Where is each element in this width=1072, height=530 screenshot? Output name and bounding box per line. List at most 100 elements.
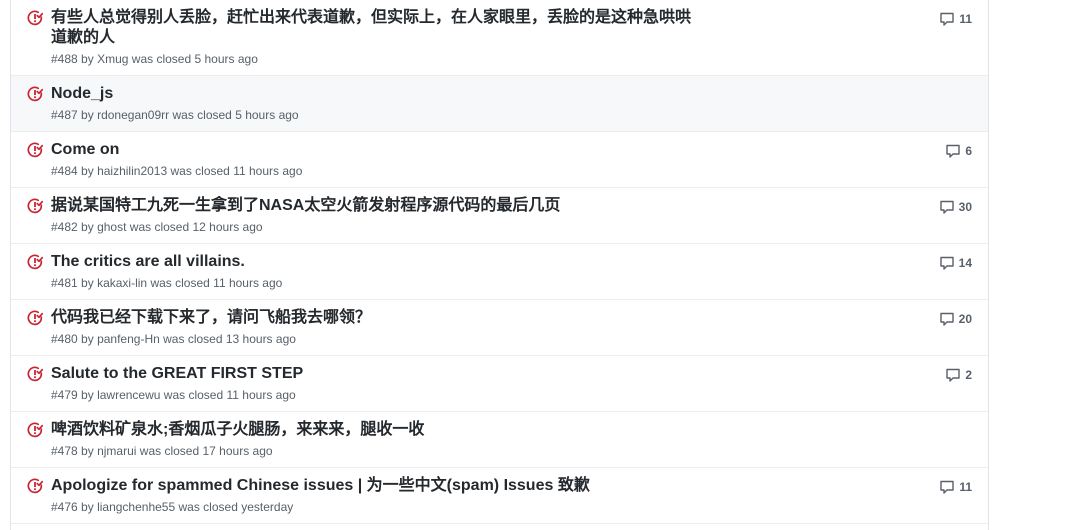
issue-meta: #487 by rdonegan09rr was closed 5 hours … xyxy=(51,107,299,123)
closed-issue-icon xyxy=(27,422,43,438)
issue-by: by xyxy=(81,388,94,402)
issue-title[interactable]: 据说某国特工九死一生拿到了NASA太空火箭发射程序源代码的最后几页 xyxy=(51,196,691,216)
issue-status: was closed xyxy=(163,388,224,402)
comment-count: 11 xyxy=(959,480,972,494)
comment-icon xyxy=(940,480,955,494)
issue-title[interactable]: Come on xyxy=(51,140,691,160)
issue-by: by xyxy=(81,500,94,514)
issue-by: by xyxy=(81,52,94,66)
issue-status: was closed xyxy=(172,108,232,122)
issue-time: 13 hours ago xyxy=(225,332,296,346)
comment-icon xyxy=(939,256,954,270)
issue-meta: #476 by liangchenhe55 was closed yesterd… xyxy=(51,499,293,515)
comment-count: 11 xyxy=(959,12,972,26)
issue-title[interactable]: Apologize for spammed Chinese issues | 为… xyxy=(51,476,691,496)
issue-by: by xyxy=(81,276,94,290)
issue-time: 12 hours ago xyxy=(192,220,263,234)
issue-number: #487 xyxy=(51,108,78,122)
comment-count: 14 xyxy=(958,256,972,270)
issue-author-link[interactable]: rdonegan09rr xyxy=(97,108,169,122)
closed-issue-icon xyxy=(27,198,43,214)
issue-title[interactable]: Salute to the GREAT FIRST STEP xyxy=(51,364,691,384)
issue-by: by xyxy=(81,332,94,346)
comment-icon xyxy=(946,368,961,382)
issue-row[interactable]: Salute to the GREAT FIRST STEP #479 by l… xyxy=(11,356,988,412)
issue-number: #478 xyxy=(51,444,78,458)
issue-title[interactable]: Node_js xyxy=(51,84,691,104)
comment-count: 20 xyxy=(958,312,972,326)
issue-title[interactable]: 啤酒饮料矿泉水;香烟瓜子火腿肠，来来来，腿收一收 xyxy=(51,420,691,440)
issue-status: was closed xyxy=(131,52,192,66)
issue-title[interactable]: The critics are all villains. xyxy=(51,252,691,272)
comment-count-link[interactable]: 6 xyxy=(945,143,972,159)
issue-row[interactable]: 啤酒饮料矿泉水;香烟瓜子火腿肠，来来来，腿收一收 #478 by njmarui… xyxy=(11,412,988,468)
issue-row[interactable]: 据说某国特工九死一生拿到了NASA太空火箭发射程序源代码的最后几页 #482 b… xyxy=(11,188,988,244)
comment-count: 6 xyxy=(965,144,972,158)
comment-count-link[interactable]: 14 xyxy=(939,255,972,271)
issue-author-link[interactable]: njmarui xyxy=(97,444,136,458)
issue-row[interactable]: 有些人总觉得别人丢脸，赶忙出来代表道歉，但实际上，在人家眼里，丢脸的是这种急哄哄… xyxy=(11,0,988,76)
issue-status: was closed xyxy=(139,444,200,458)
comment-count-link[interactable]: 2 xyxy=(945,367,972,383)
comment-count: 2 xyxy=(965,368,972,382)
issue-by: by xyxy=(81,444,94,458)
closed-issue-icon xyxy=(27,366,43,382)
issue-meta: #484 by haizhilin2013 was closed 11 hour… xyxy=(51,163,302,179)
issue-row[interactable]: The critics are all villains. #481 by ka… xyxy=(11,244,988,300)
comment-count-link[interactable]: 20 xyxy=(939,311,972,327)
issue-number: #476 xyxy=(51,500,78,514)
issue-title[interactable]: 有些人总觉得别人丢脸，赶忙出来代表道歉，但实际上，在人家眼里，丢脸的是这种急哄哄… xyxy=(51,8,691,48)
issue-title[interactable]: 代码我已经下载下来了，请问飞船我去哪领？ xyxy=(51,308,691,328)
issue-author-link[interactable]: panfeng-Hn xyxy=(97,332,160,346)
issue-meta: #480 by panfeng-Hn was closed 13 hours a… xyxy=(51,331,296,347)
issue-meta: #481 by kakaxi-lin was closed 11 hours a… xyxy=(51,275,282,291)
closed-issue-icon xyxy=(27,310,43,326)
issue-row[interactable]: 代码我已经下载下来了，请问飞船我去哪领？ #480 by panfeng-Hn … xyxy=(11,300,988,356)
issue-time: 11 hours ago xyxy=(226,388,296,402)
issue-by: by xyxy=(81,164,94,178)
issue-by: by xyxy=(81,220,94,234)
comment-icon xyxy=(939,200,954,214)
issue-meta: #479 by lawrencewu was closed 11 hours a… xyxy=(51,387,296,403)
issue-status: was closed xyxy=(170,164,230,178)
closed-issue-icon xyxy=(27,142,43,158)
issue-time: 11 hours ago xyxy=(213,276,283,290)
issue-author-link[interactable]: liangchenhe55 xyxy=(97,500,175,514)
comment-icon xyxy=(940,12,955,26)
closed-issue-icon xyxy=(27,478,43,494)
issue-number: #479 xyxy=(51,388,78,402)
issue-meta: #482 by ghost was closed 12 hours ago xyxy=(51,219,263,235)
issue-author-link[interactable]: ghost xyxy=(97,220,126,234)
comment-count-link[interactable]: 11 xyxy=(939,11,972,27)
comment-icon xyxy=(946,144,961,158)
issue-meta: #488 by Xmug was closed 5 hours ago xyxy=(51,51,258,67)
issue-author-link[interactable]: Xmug xyxy=(97,52,128,66)
closed-issue-icon xyxy=(27,86,43,102)
closed-issue-icon xyxy=(27,10,43,26)
issue-row[interactable]: Apologize for spammed Chinese issues | 为… xyxy=(11,468,988,524)
issue-author-link[interactable]: lawrencewu xyxy=(97,388,160,402)
issue-number: #481 xyxy=(51,276,78,290)
comment-icon xyxy=(939,312,954,326)
comment-count-link[interactable]: 11 xyxy=(939,479,972,495)
issue-row[interactable]: Node_js #487 by rdonegan09rr was closed … xyxy=(11,76,988,132)
issue-time: yesterday xyxy=(241,500,294,514)
issue-by: by xyxy=(81,108,94,122)
issue-number: #480 xyxy=(51,332,78,346)
issue-status: was closed xyxy=(129,220,190,234)
issue-number: #482 xyxy=(51,220,78,234)
issue-author-link[interactable]: kakaxi-lin xyxy=(97,276,147,290)
issue-status: was closed xyxy=(150,276,210,290)
comment-count-link[interactable]: 30 xyxy=(939,199,972,215)
issue-list: 有些人总觉得别人丢脸，赶忙出来代表道歉，但实际上，在人家眼里，丢脸的是这种急哄哄… xyxy=(10,0,989,530)
issue-number: #488 xyxy=(51,52,78,66)
issue-status: was closed xyxy=(178,500,238,514)
issue-author-link[interactable]: haizhilin2013 xyxy=(97,164,167,178)
issue-time: 5 hours ago xyxy=(235,108,299,122)
issue-status: was closed xyxy=(163,332,223,346)
issue-number: #484 xyxy=(51,164,78,178)
issue-time: 11 hours ago xyxy=(233,164,303,178)
closed-issue-icon xyxy=(27,254,43,270)
issue-time: 5 hours ago xyxy=(194,52,258,66)
issue-row[interactable]: Come on #484 by haizhilin2013 was closed… xyxy=(11,132,988,188)
